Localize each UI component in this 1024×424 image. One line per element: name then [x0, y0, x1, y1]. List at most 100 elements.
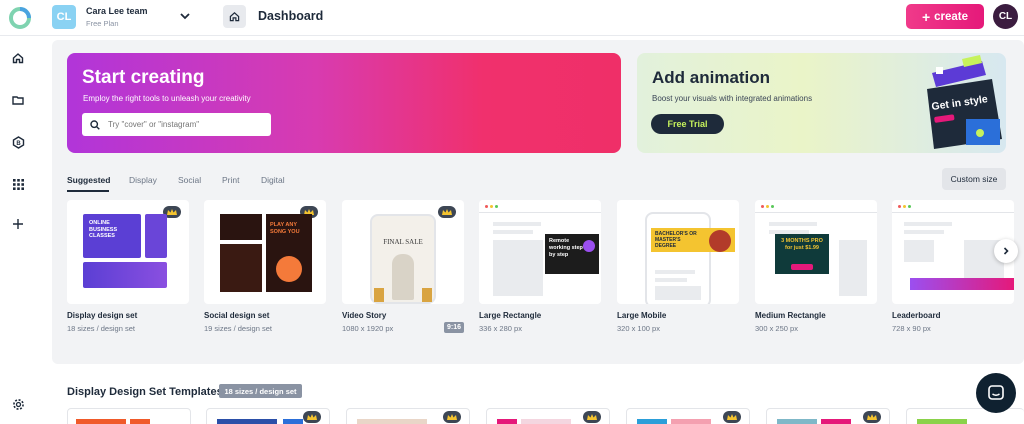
template-thumbnail[interactable]	[486, 408, 610, 424]
window-dot	[766, 205, 769, 208]
template-card-large-rectangle[interactable]: Remote working step by step	[479, 200, 601, 304]
chevron-right-icon	[1003, 247, 1009, 255]
template-card-medium-rectangle[interactable]: 3 MONTHS PRO for just $1.99	[755, 200, 877, 304]
template-card-social-design-set[interactable]: PLAY ANY SONG YOU	[204, 200, 326, 304]
wire-block	[839, 240, 867, 296]
tab-display[interactable]: Display	[129, 175, 157, 185]
wire-line	[493, 222, 541, 226]
apps-grid-icon	[12, 178, 24, 190]
template-thumbnail[interactable]	[67, 408, 191, 424]
browser-bar	[479, 212, 601, 213]
home-icon	[12, 53, 24, 64]
thumb-block	[220, 244, 262, 292]
card-title: Large Mobile	[617, 311, 667, 320]
premium-crown-icon	[583, 411, 601, 423]
chat-support-button[interactable]	[976, 373, 1016, 413]
card-size: 320 x 100 px	[617, 324, 660, 333]
premium-crown-icon	[438, 206, 456, 218]
tab-social[interactable]: Social	[178, 175, 201, 185]
premium-crown-icon	[723, 411, 741, 423]
thumb-shape	[709, 230, 731, 252]
app-logo-icon[interactable]	[8, 6, 32, 30]
wire-line	[904, 230, 944, 234]
banner-title: Add animation	[652, 68, 771, 87]
template-card-video-story[interactable]: FINAL SALE	[342, 200, 464, 304]
custom-size-button[interactable]: Custom size	[942, 168, 1006, 190]
team-name[interactable]: Cara Lee team	[86, 6, 148, 16]
ad-preview	[910, 278, 1014, 290]
create-button[interactable]: + create	[906, 4, 984, 29]
plus-icon	[13, 219, 23, 229]
brand-icon: B	[12, 135, 24, 149]
sidebar-item-home[interactable]	[4, 44, 32, 72]
thumb-block	[130, 419, 150, 424]
thumb-block	[357, 419, 427, 424]
sidebar-item-folders[interactable]	[4, 86, 32, 114]
thumb-text: ONLINE BUSINESS CLASSES	[89, 220, 118, 240]
thumb-shape	[276, 256, 302, 282]
card-size: 18 sizes / design set	[67, 324, 135, 333]
free-trial-button[interactable]: Free Trial	[651, 114, 724, 134]
thumb-block	[76, 419, 126, 424]
wire-line	[655, 278, 687, 282]
aspect-ratio-badge: 9:16	[444, 322, 464, 333]
search-box[interactable]	[82, 113, 271, 136]
wire-line	[493, 230, 533, 234]
template-thumbnail[interactable]	[906, 408, 1024, 424]
thumb-block	[217, 419, 277, 424]
thumb-block	[917, 419, 967, 424]
top-bar: CL Cara Lee team Free Plan Dashboard + c…	[0, 0, 1024, 36]
browser-bar	[892, 212, 1014, 213]
tab-suggested[interactable]: Suggested	[67, 175, 110, 185]
card-title: Leaderboard	[892, 311, 941, 320]
wire-line	[769, 222, 817, 226]
plus-icon: +	[921, 8, 931, 25]
home-button[interactable]	[223, 5, 246, 28]
thumb-block	[521, 419, 571, 424]
add-animation-banner[interactable]: Add animation Boost your visuals with in…	[637, 53, 1006, 153]
window-dot	[908, 205, 911, 208]
template-thumbnail[interactable]	[626, 408, 750, 424]
premium-crown-icon	[303, 411, 321, 423]
window-dot	[771, 205, 774, 208]
thumb-text: Remote working step by step	[549, 238, 583, 258]
card-title: Display design set	[67, 311, 138, 320]
folder-icon	[12, 96, 24, 105]
search-input[interactable]	[108, 120, 258, 129]
active-tab-indicator	[67, 190, 109, 192]
page-title: Dashboard	[258, 9, 324, 23]
template-card-display-design-set[interactable]: ONLINE BUSINESS CLASSES	[67, 200, 189, 304]
thumb-block	[422, 288, 432, 302]
sidebar-item-brand[interactable]: B	[4, 128, 32, 156]
thumb-text: PLAY ANY SONG YOU	[270, 222, 300, 235]
card-size: 1080 x 1920 px	[342, 324, 394, 333]
thumb-block	[83, 262, 167, 288]
wire-block	[904, 240, 934, 262]
template-thumbnail[interactable]	[346, 408, 470, 424]
chevron-down-icon[interactable]	[178, 9, 192, 23]
thumb-text: BACHELOR'S OR MASTER'S DEGREE	[655, 231, 697, 249]
carousel-next-button[interactable]	[994, 239, 1018, 263]
thumb-block	[777, 419, 817, 424]
wire-line	[655, 270, 695, 274]
sidebar-item-add[interactable]	[4, 210, 32, 238]
template-thumbnail[interactable]	[766, 408, 890, 424]
team-avatar[interactable]: CL	[52, 5, 76, 29]
sidebar-item-settings[interactable]	[4, 390, 32, 418]
template-card-large-mobile[interactable]: BACHELOR'S OR MASTER'S DEGREE	[617, 200, 739, 304]
banner-subtitle: Employ the right tools to unleash your c…	[83, 94, 251, 103]
sidebar-item-apps[interactable]	[4, 170, 32, 198]
tab-digital[interactable]: Digital	[261, 175, 285, 185]
thumb-figure	[392, 254, 414, 300]
thumb-block	[145, 214, 167, 258]
template-thumbnail[interactable]	[206, 408, 330, 424]
user-avatar[interactable]: CL	[993, 4, 1018, 29]
card-size: 19 sizes / design set	[204, 324, 272, 333]
home-icon	[229, 12, 240, 22]
tab-print[interactable]: Print	[222, 175, 239, 185]
thumb-text: 3 MONTHS PRO for just $1.99	[781, 238, 823, 251]
thumb-text: FINAL SALE	[383, 238, 423, 246]
wire-block	[493, 240, 543, 296]
wire-block	[655, 286, 701, 300]
thumb-shape	[583, 240, 595, 252]
